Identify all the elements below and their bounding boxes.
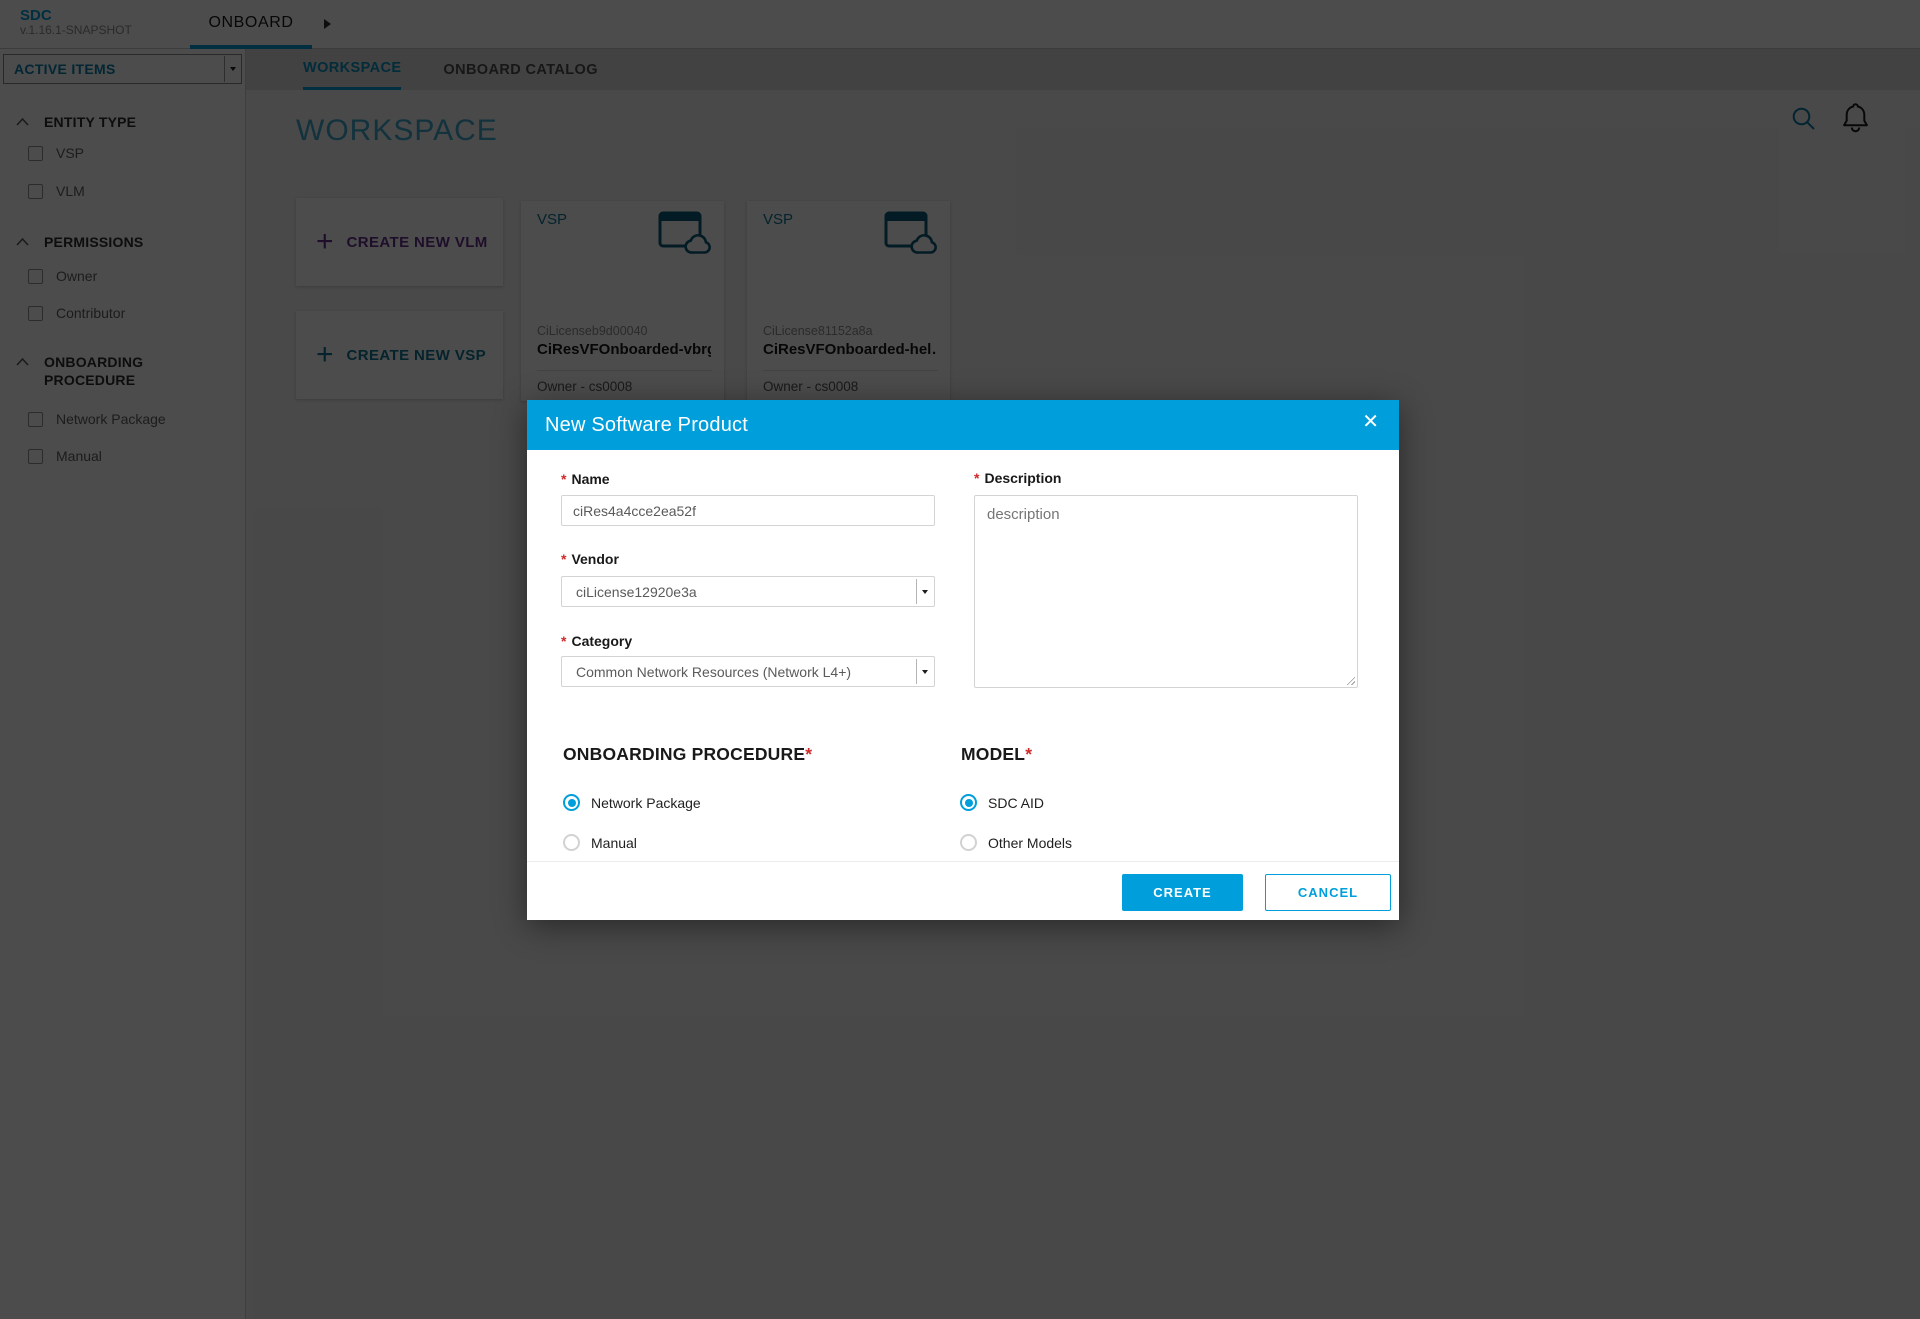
modal-footer-divider <box>527 861 1399 862</box>
model-title: MODEL* <box>961 744 1032 765</box>
vendor-label: *Vendor <box>561 551 619 567</box>
create-button[interactable]: CREATE <box>1122 874 1243 911</box>
description-textarea[interactable] <box>974 495 1358 688</box>
required-marker: * <box>561 471 566 487</box>
close-icon[interactable]: ✕ <box>1362 412 1379 432</box>
radio-label: Other Models <box>988 835 1072 851</box>
cancel-button[interactable]: CANCEL <box>1265 874 1391 911</box>
radio-other-models[interactable]: Other Models <box>960 834 1072 851</box>
radio-button-selected[interactable] <box>960 794 977 811</box>
vendor-selected-value: ciLicense12920e3a <box>576 584 697 600</box>
radio-label: Network Package <box>591 795 701 811</box>
radio-network-package[interactable]: Network Package <box>563 794 701 811</box>
modal-header: New Software Product ✕ <box>527 400 1399 450</box>
required-marker: * <box>805 744 812 764</box>
new-software-product-modal: New Software Product ✕ *Name *Vendor ciL… <box>527 400 1399 920</box>
category-label: *Category <box>561 633 632 649</box>
radio-label: SDC AID <box>988 795 1044 811</box>
name-input[interactable] <box>561 495 935 526</box>
required-marker: * <box>1025 744 1032 764</box>
radio-button[interactable] <box>960 834 977 851</box>
radio-button-selected[interactable] <box>563 794 580 811</box>
required-marker: * <box>561 633 566 649</box>
radio-sdc-aid[interactable]: SDC AID <box>960 794 1044 811</box>
select-arrow-icon <box>916 579 932 604</box>
category-select[interactable]: Common Network Resources (Network L4+) <box>561 656 935 687</box>
onboarding-procedure-title: ONBOARDING PROCEDURE* <box>563 744 812 765</box>
radio-button[interactable] <box>563 834 580 851</box>
vendor-select[interactable]: ciLicense12920e3a <box>561 576 935 607</box>
select-arrow-icon <box>916 659 932 684</box>
sdc-onboarding-app: SDC v.1.16.1-SNAPSHOT ONBOARD WORKSPACE … <box>0 0 1920 1319</box>
category-selected-value: Common Network Resources (Network L4+) <box>576 664 851 680</box>
description-field-wrap <box>974 495 1358 688</box>
required-marker: * <box>974 470 979 486</box>
radio-label: Manual <box>591 835 637 851</box>
radio-manual[interactable]: Manual <box>563 834 637 851</box>
required-marker: * <box>561 551 566 567</box>
name-label: *Name <box>561 471 610 487</box>
modal-title: New Software Product <box>545 400 748 450</box>
description-label: *Description <box>974 470 1061 486</box>
